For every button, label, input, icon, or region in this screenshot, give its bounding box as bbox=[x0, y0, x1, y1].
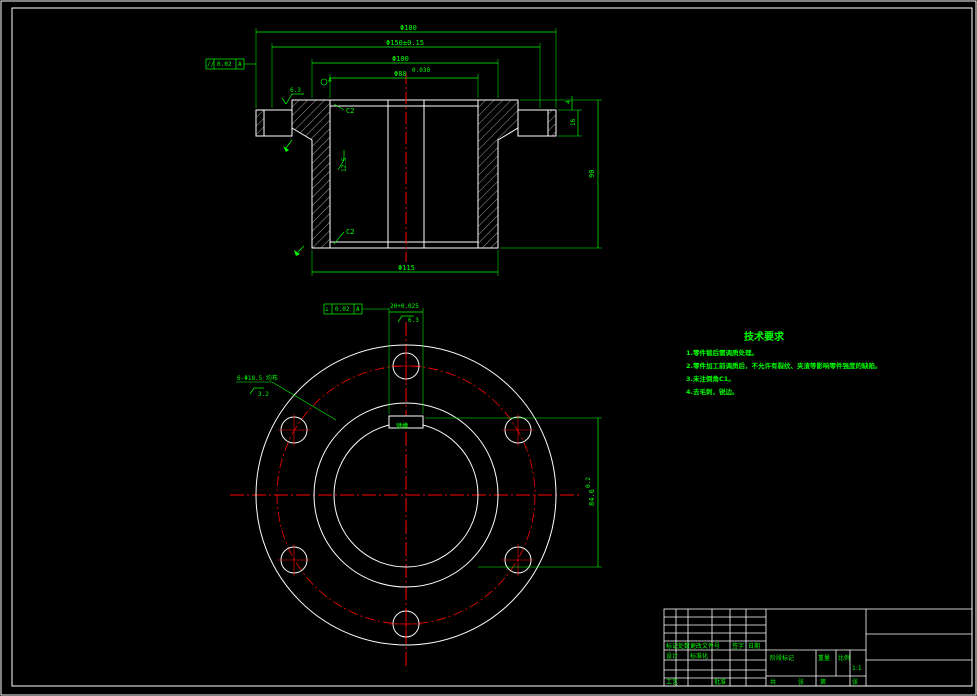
svg-text:6.3: 6.3 bbox=[408, 317, 419, 324]
plan-view: 20+0.025 6.3 84.6 0.2 键槽 ⊥ 0.02 A 6-Φ18.… bbox=[230, 303, 602, 668]
svg-text:6-Φ18.5 均布: 6-Φ18.5 均布 bbox=[237, 374, 278, 382]
left-flange-hatch bbox=[256, 110, 264, 136]
dim-bore-tol: 0.030 bbox=[412, 67, 430, 74]
svg-text:A: A bbox=[238, 61, 242, 68]
dim-flange-thk: 16 bbox=[570, 118, 577, 126]
datum-label: A bbox=[328, 77, 332, 84]
right-flange-hatch bbox=[548, 110, 556, 136]
right-wall-section bbox=[477, 99, 519, 249]
svg-text:更改文件号: 更改文件号 bbox=[690, 642, 720, 650]
svg-text:第: 第 bbox=[820, 678, 826, 686]
title-block-text: 标记 处数 更改文件号 签字 日期 设计 标准化 阶段标记 重量 比例 1:1 … bbox=[666, 642, 862, 686]
technical-notes: 技术要求 1.零件锻后需调质处理。 2.零件加工前调质后，不允许有裂纹、夹渣等影… bbox=[686, 330, 882, 396]
svg-text:⊥: ⊥ bbox=[325, 306, 329, 313]
dim-keyway-width: 20+0.025 bbox=[390, 303, 419, 310]
roughness-symbol-keyway: 6.3 bbox=[397, 315, 419, 324]
svg-text:3.2: 3.2 bbox=[258, 391, 269, 398]
tolerance-frame-plan: ⊥ 0.02 A bbox=[323, 303, 389, 315]
dim-flange-t2: 4 bbox=[565, 100, 572, 104]
notes-item-1: 1.零件锻后需调质处理。 bbox=[686, 348, 758, 357]
dim-keyway-depth: 84.6 bbox=[588, 489, 596, 506]
notes-item-2: 2.零件加工前调质后，不允许有裂纹、夹渣等影响零件强度的缺陷。 bbox=[686, 361, 882, 370]
holes-callout: 6-Φ18.5 均布 3.2 bbox=[236, 374, 337, 421]
dim-height: 90 bbox=[588, 170, 596, 178]
svg-text:A: A bbox=[356, 306, 360, 313]
datum-circle bbox=[320, 78, 328, 86]
svg-text:工艺: 工艺 bbox=[666, 678, 678, 686]
svg-text:共: 共 bbox=[770, 678, 776, 686]
svg-text:设计: 设计 bbox=[666, 652, 678, 660]
notes-item-4: 4.去毛刺，锐边。 bbox=[686, 387, 739, 396]
keyway-label: 键槽 bbox=[396, 422, 408, 430]
dim-overall-dia: Φ180 bbox=[400, 24, 417, 32]
roughness-symbol-side: 12.5 bbox=[337, 150, 348, 172]
tolerance-frame-top: // 0.02 A bbox=[205, 58, 256, 70]
section-view: Φ180 Φ150±0.15 Φ100 Φ80 0.030 Φ115 90 16 bbox=[205, 24, 602, 276]
svg-text:标记: 标记 bbox=[666, 642, 678, 650]
chamfer-bottom: C2 bbox=[346, 228, 354, 236]
svg-text:比例: 比例 bbox=[838, 654, 850, 662]
svg-text:1:1: 1:1 bbox=[852, 665, 862, 672]
dim-inner-dia: Φ100 bbox=[392, 55, 409, 63]
dim-bottom-dia: Φ115 bbox=[398, 264, 415, 272]
svg-text:0.02: 0.02 bbox=[217, 61, 232, 68]
svg-text:批准: 批准 bbox=[714, 678, 726, 686]
svg-text://: // bbox=[207, 61, 215, 68]
dim-keyway-tol: 0.2 bbox=[585, 477, 592, 488]
svg-text:6.3: 6.3 bbox=[290, 87, 301, 94]
svg-text:12.5: 12.5 bbox=[341, 157, 348, 172]
chamfer-top: C2 bbox=[346, 107, 354, 115]
svg-text:张: 张 bbox=[852, 678, 858, 686]
notes-item-3: 3.未注倒角C1。 bbox=[686, 374, 735, 383]
svg-text:重量: 重量 bbox=[818, 654, 830, 662]
datum-marker-2 bbox=[294, 245, 305, 256]
datum-marker-1 bbox=[283, 139, 293, 152]
notes-title: 技术要求 bbox=[744, 330, 785, 343]
svg-text:处数: 处数 bbox=[678, 642, 690, 650]
svg-text:张: 张 bbox=[798, 678, 804, 686]
svg-text:签字: 签字 bbox=[732, 642, 744, 650]
dim-bore: Φ80 bbox=[394, 70, 407, 78]
cad-drawing: Φ180 Φ150±0.15 Φ100 Φ80 0.030 Φ115 90 16 bbox=[0, 0, 977, 696]
dim-bolt-circle: Φ150±0.15 bbox=[386, 39, 424, 47]
svg-text:0.02: 0.02 bbox=[335, 306, 350, 313]
svg-text:日期: 日期 bbox=[748, 642, 760, 650]
left-wall-section bbox=[291, 99, 331, 249]
svg-text:标准化: 标准化 bbox=[690, 652, 708, 660]
svg-text:阶段标记: 阶段标记 bbox=[770, 654, 794, 662]
